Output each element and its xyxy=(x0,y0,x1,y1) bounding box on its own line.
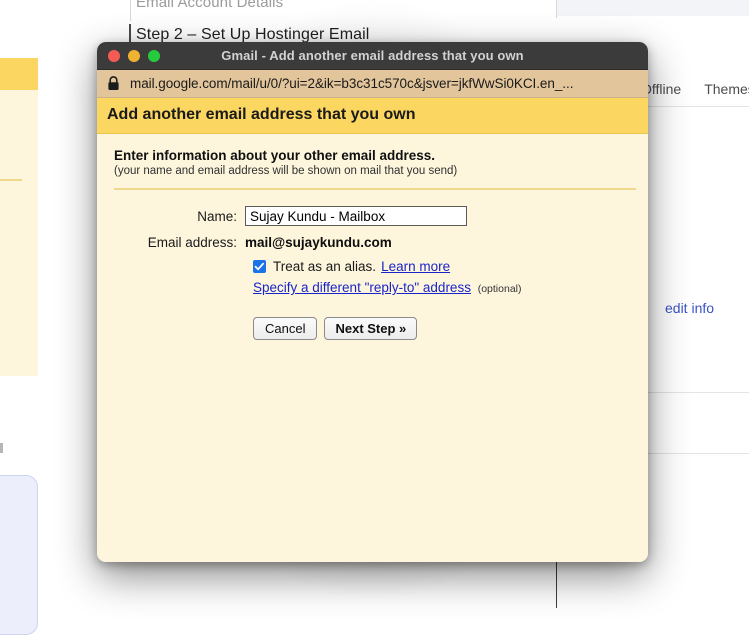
background-vertical-rule-right xyxy=(556,0,557,18)
background-edit-info-link[interactable]: edit info xyxy=(665,300,714,316)
window-title: Gmail - Add another email address that y… xyxy=(221,48,524,63)
window-titlebar[interactable]: Gmail - Add another email address that y… xyxy=(97,42,648,70)
url-text: mail.google.com/mail/u/0/?ui=2&ik=b3c31c… xyxy=(130,76,574,91)
lock-icon xyxy=(107,76,120,91)
specify-reply-to-link[interactable]: Specify a different "reply-to" address xyxy=(253,280,471,295)
name-field-row: Name: xyxy=(107,206,638,226)
dialog-header-title: Add another email address that you own xyxy=(97,98,648,134)
learn-more-link[interactable]: Learn more xyxy=(381,259,450,274)
close-window-button[interactable] xyxy=(108,49,120,62)
name-label: Name: xyxy=(197,208,237,224)
background-heading-email-account-details: Email Account Details xyxy=(136,0,284,11)
reply-to-row: Specify a different "reply-to" address (… xyxy=(253,280,638,295)
background-partial-dialog-left xyxy=(0,58,38,376)
add-address-form: Name: Email address: mail@sujaykundu.com… xyxy=(107,206,638,340)
dialog-actions: Cancel Next Step » xyxy=(253,317,638,340)
treat-as-alias-row: Treat as an alias. Learn more xyxy=(253,259,638,274)
dialog-intro-title: Enter information about your other email… xyxy=(114,148,436,163)
background-top-band xyxy=(557,0,749,16)
email-field-row: Email address: mail@sujaykundu.com xyxy=(107,235,638,250)
treat-as-alias-checkbox[interactable] xyxy=(253,260,266,273)
background-nav-item-themes[interactable]: Themes xyxy=(704,81,749,97)
minimize-window-button[interactable] xyxy=(128,49,140,62)
browser-url-bar[interactable]: mail.google.com/mail/u/0/?ui=2&ik=b3c31c… xyxy=(97,70,648,98)
background-vertical-rule-top xyxy=(130,0,131,21)
background-vertical-rule-bottom xyxy=(556,556,557,608)
maximize-window-button[interactable] xyxy=(148,49,160,62)
name-input[interactable] xyxy=(245,206,467,226)
background-partial-dialog-divider xyxy=(0,179,22,181)
reply-to-optional-label: (optional) xyxy=(477,283,522,295)
dialog-divider xyxy=(114,188,636,190)
gmail-popup-window: Gmail - Add another email address that y… xyxy=(97,42,648,562)
dialog-body: Enter information about your other email… xyxy=(97,134,648,562)
cancel-button[interactable]: Cancel xyxy=(253,317,318,340)
background-partial-dialog-header xyxy=(0,58,38,90)
dialog-intro-subtitle: (your name and email address will be sho… xyxy=(114,165,458,177)
next-step-button[interactable]: Next Step » xyxy=(324,317,418,340)
treat-as-alias-label: Treat as an alias. xyxy=(273,259,377,274)
email-address-value: mail@sujaykundu.com xyxy=(245,235,392,250)
window-traffic-lights xyxy=(97,49,160,62)
background-edge-marker xyxy=(0,443,3,453)
email-address-label: Email address: xyxy=(147,235,237,250)
background-lavender-card xyxy=(0,475,38,635)
